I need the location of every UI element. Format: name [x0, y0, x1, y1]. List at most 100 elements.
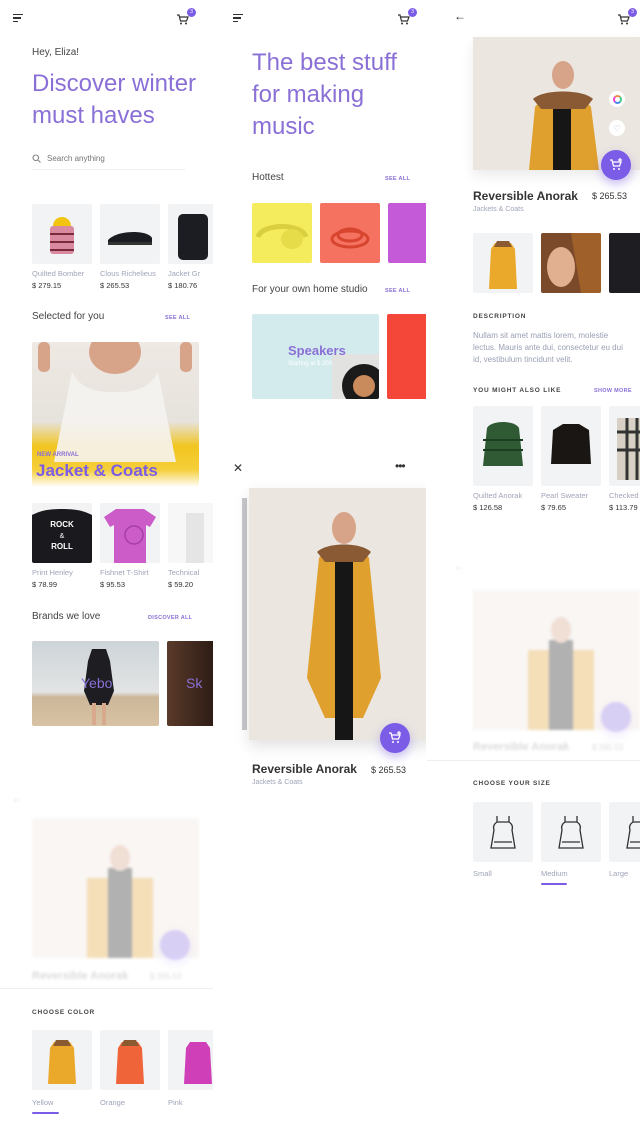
product-card-headphones[interactable]: [252, 203, 312, 263]
model-anorak-image: [307, 512, 381, 740]
color-wheel-icon: [612, 94, 622, 104]
section-title-studio: For your own home studio: [252, 284, 368, 295]
product-card-cable[interactable]: [320, 203, 380, 263]
hero-line: Discover winter: [32, 70, 197, 97]
hero-line: must haves: [32, 102, 155, 129]
more-options-icon[interactable]: •••: [395, 459, 406, 473]
cart-button[interactable]: 3: [175, 8, 196, 26]
brand-name: Yebo: [81, 675, 113, 691]
product-card[interactable]: [168, 204, 213, 264]
product-image: [551, 424, 591, 464]
product-image: [186, 513, 204, 563]
product-price: $ 59.20: [168, 580, 194, 589]
faded-cart-fab: [601, 702, 631, 732]
product-price: $ 265.53: [592, 191, 628, 201]
product-title: Reversible Anorak: [473, 189, 578, 203]
product-category: Jackets & Coats: [473, 206, 524, 213]
headphones-image: [255, 224, 309, 249]
color-option-yellow[interactable]: [32, 1030, 92, 1090]
product-name: Checked: [609, 491, 639, 500]
color-option-orange[interactable]: [100, 1030, 160, 1090]
hero-line: The best stuff: [252, 49, 397, 76]
product-price: $ 113.79: [609, 503, 638, 512]
product-card[interactable]: [32, 204, 92, 264]
product-name: Technical: [168, 568, 200, 577]
favorite-button[interactable]: ♡: [609, 120, 625, 136]
cart-badge: 3: [187, 8, 196, 17]
selected-size-indicator: [541, 883, 567, 885]
svg-text:&: &: [60, 533, 65, 540]
product-price: $ 180.76: [168, 281, 198, 290]
studio-card-subtitle: Starting at $ 200: [288, 361, 333, 367]
product-card[interactable]: [168, 503, 213, 563]
studio-card-title: Speakers: [288, 343, 346, 358]
gallery-thumb[interactable]: [473, 233, 533, 293]
color-option-pink[interactable]: [168, 1030, 213, 1090]
product-card[interactable]: [541, 406, 601, 486]
section-title-selected: Selected for you: [32, 311, 105, 322]
coat-pink-image: [184, 1042, 212, 1084]
add-to-cart-button[interactable]: [380, 723, 410, 753]
coat-image: [489, 241, 517, 289]
see-all-link[interactable]: SEE ALL: [385, 176, 410, 182]
studio-card-speakers[interactable]: Speakers Starting at $ 200: [252, 314, 379, 399]
color-picker-button[interactable]: [609, 91, 625, 107]
description-caption: DESCRIPTION: [473, 313, 527, 320]
product-name: Jacket Gr: [168, 269, 201, 278]
product-image: [104, 509, 156, 563]
close-button[interactable]: ✕: [233, 461, 243, 475]
section-title-hottest: Hottest: [252, 172, 284, 183]
color-label: Orange: [100, 1098, 126, 1107]
product-card[interactable]: [100, 503, 160, 563]
menu-icon[interactable]: [13, 13, 25, 23]
stacked-card-edge: [242, 498, 247, 730]
cart-add-icon: [389, 731, 401, 743]
discover-all-link[interactable]: DISCOVER ALL: [148, 615, 192, 621]
fur-closeup-image: [547, 233, 601, 293]
size-option-small[interactable]: [473, 802, 533, 862]
brand-card[interactable]: Yebo: [32, 641, 159, 726]
product-card[interactable]: [473, 406, 533, 486]
search-input[interactable]: [47, 154, 177, 163]
add-to-cart-button[interactable]: [601, 150, 631, 180]
product-price: $ 279.15: [32, 281, 62, 290]
brand-card[interactable]: Sk: [167, 641, 213, 726]
product-name: Print Henley: [32, 568, 73, 577]
dress-icon: [626, 816, 640, 849]
cart-button[interactable]: 3: [396, 8, 417, 26]
see-all-link[interactable]: SEE ALL: [165, 315, 190, 321]
studio-card[interactable]: [387, 314, 426, 399]
banner-jackets[interactable]: NEW ARRIVAL Jacket & Coats: [32, 342, 199, 487]
screen-home: 3 Hey, Eliza! Discover winter must haves…: [0, 0, 213, 1135]
divider: [0, 988, 213, 989]
product-name: Fishnet T-Shirt: [100, 568, 149, 577]
faded-product-title: Reversible Anorak: [32, 970, 129, 982]
gallery-thumb[interactable]: [609, 233, 640, 293]
show-more-link[interactable]: SHOW MORE: [594, 388, 632, 394]
product-name: Clous Richelieus: [100, 269, 156, 278]
product-image: ROCK & ROLL: [32, 509, 92, 563]
size-label: Medium: [541, 869, 568, 878]
faded-product-price: $ 265.53: [592, 743, 624, 752]
back-button[interactable]: ←: [454, 9, 466, 23]
brand-name: Sk: [186, 675, 203, 691]
color-label: Yellow: [32, 1098, 54, 1107]
choose-size-caption: CHOOSE YOUR SIZE: [473, 780, 551, 787]
faded-cart-fab: [160, 930, 190, 960]
product-price: $ 265.53: [371, 765, 407, 775]
menu-icon[interactable]: [233, 13, 245, 23]
gallery-thumb[interactable]: [541, 233, 601, 293]
size-option-medium[interactable]: [541, 802, 601, 862]
cart-button[interactable]: 3: [616, 8, 637, 26]
search-bar[interactable]: [32, 148, 185, 170]
dress-icon: [558, 816, 584, 849]
product-card[interactable]: ROCK & ROLL: [32, 503, 92, 563]
faded-product-title: Reversible Anorak: [473, 741, 570, 753]
product-card[interactable]: [388, 203, 426, 263]
see-all-link[interactable]: SEE ALL: [385, 288, 410, 294]
product-main-image[interactable]: [249, 488, 426, 740]
product-card[interactable]: [609, 406, 640, 486]
size-option-large[interactable]: [609, 802, 640, 862]
product-card[interactable]: [100, 204, 160, 264]
heart-icon: ♡: [613, 123, 621, 133]
